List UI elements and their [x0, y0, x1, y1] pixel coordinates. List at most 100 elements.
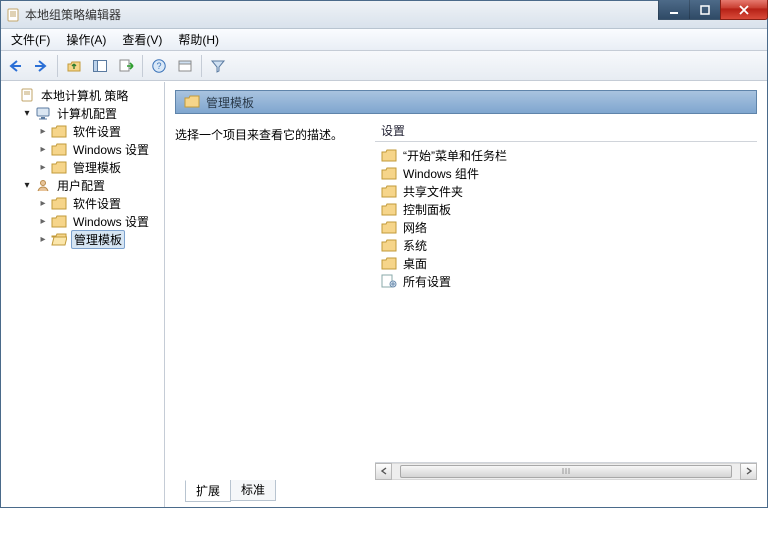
tree-label: 管理模板 [71, 159, 123, 176]
list-item[interactable]: 所有设置 [377, 272, 755, 290]
tree-label: Windows 设置 [71, 141, 151, 158]
tree-label: 软件设置 [71, 123, 123, 140]
column-header-label: 设置 [381, 122, 405, 139]
tab-extended[interactable]: 扩展 [185, 480, 231, 502]
content-heading: 管理模板 [175, 90, 757, 114]
toolbar-separator [201, 55, 202, 77]
tree-label: 管理模板 [71, 230, 125, 249]
column-header[interactable]: 设置 [375, 120, 757, 142]
folder-icon [184, 94, 200, 111]
list-item-label: 控制面板 [403, 201, 451, 218]
folder-icon [51, 141, 67, 157]
twisty-open-icon[interactable]: ▾ [21, 179, 33, 191]
tab-standard[interactable]: 标准 [230, 480, 276, 501]
folder-icon [381, 237, 397, 253]
close-button[interactable] [720, 0, 768, 20]
menu-view[interactable]: 查看(V) [114, 29, 170, 50]
tree-item-selected[interactable]: ▸ 管理模板 [35, 230, 162, 248]
tab-label: 扩展 [196, 484, 220, 498]
content-body: 选择一个项目来查看它的描述。 设置 “开始”菜单和任务栏 [175, 120, 757, 479]
maximize-button[interactable] [689, 0, 721, 20]
list-item[interactable]: 共享文件夹 [377, 182, 755, 200]
back-button[interactable] [3, 54, 27, 78]
folder-icon [51, 213, 67, 229]
twisty-closed-icon[interactable]: ▸ [37, 125, 49, 137]
app-icon [5, 7, 21, 23]
horizontal-scrollbar[interactable] [375, 462, 757, 479]
policy-icon [19, 87, 35, 103]
list-item-label: 系统 [403, 237, 427, 254]
menu-file[interactable]: 文件(F) [3, 29, 58, 50]
tree-panel[interactable]: ▶ 本地计算机 策略 ▾ [1, 82, 165, 507]
tree-item[interactable]: ▸ 软件设置 [35, 194, 162, 212]
twisty-closed-icon[interactable]: ▸ [37, 143, 49, 155]
tree-item[interactable]: ▸ Windows 设置 [35, 140, 162, 158]
menu-help[interactable]: 帮助(H) [170, 29, 227, 50]
window-root: 本地组策略编辑器 文件(F) 操作(A) 查看(V) 帮助(H) [0, 0, 768, 508]
up-button[interactable] [62, 54, 86, 78]
folder-icon [51, 195, 67, 211]
description-pane: 选择一个项目来查看它的描述。 [175, 120, 375, 479]
list-item-label: “开始”菜单和任务栏 [403, 147, 507, 164]
tree-label: 计算机配置 [55, 105, 119, 122]
show-hide-tree-button[interactable] [88, 54, 112, 78]
twisty-closed-icon[interactable]: ▸ [37, 161, 49, 173]
list-item[interactable]: 桌面 [377, 254, 755, 272]
tree-label: Windows 设置 [71, 213, 151, 230]
computer-icon [35, 105, 51, 121]
list-item[interactable]: 控制面板 [377, 200, 755, 218]
scroll-track[interactable] [392, 463, 740, 480]
menu-action[interactable]: 操作(A) [58, 29, 114, 50]
list-item[interactable]: 系统 [377, 236, 755, 254]
menubar: 文件(F) 操作(A) 查看(V) 帮助(H) [1, 29, 767, 51]
window-title: 本地组策略编辑器 [25, 6, 121, 23]
tree-computer-config[interactable]: ▾ 计算机配置 [19, 104, 162, 122]
toolbar-separator [57, 55, 58, 77]
tree-root[interactable]: ▶ 本地计算机 策略 [3, 86, 162, 104]
user-icon [35, 177, 51, 193]
help-button[interactable]: ? [147, 54, 171, 78]
list-item[interactable]: “开始”菜单和任务栏 [377, 146, 755, 164]
list-item-label: 共享文件夹 [403, 183, 463, 200]
scroll-left-button[interactable] [375, 463, 392, 480]
folder-icon [51, 159, 67, 175]
twisty-open-icon[interactable]: ▾ [21, 107, 33, 119]
scroll-thumb[interactable] [400, 465, 732, 478]
client-area: ▶ 本地计算机 策略 ▾ [1, 81, 767, 507]
forward-button[interactable] [29, 54, 53, 78]
tree-item[interactable]: ▸ Windows 设置 [35, 212, 162, 230]
properties-button[interactable] [173, 54, 197, 78]
tree-item[interactable]: ▸ 软件设置 [35, 122, 162, 140]
tree-user-config[interactable]: ▾ 用户配置 [19, 176, 162, 194]
scroll-right-button[interactable] [740, 463, 757, 480]
folder-icon [381, 147, 397, 163]
toolbar-separator [142, 55, 143, 77]
folder-open-icon [51, 231, 67, 247]
titlebar: 本地组策略编辑器 [1, 1, 767, 29]
list-item-label: 桌面 [403, 255, 427, 272]
list-area[interactable]: “开始”菜单和任务栏 Windows 组件 共享文件夹 [375, 142, 757, 462]
filter-button[interactable] [206, 54, 230, 78]
twisty-closed-icon[interactable]: ▸ [37, 215, 49, 227]
list-item-label: 所有设置 [403, 273, 451, 290]
list-pane: 设置 “开始”菜单和任务栏 Windows 组件 [375, 120, 757, 479]
export-button[interactable] [114, 54, 138, 78]
tab-label: 标准 [241, 483, 265, 497]
tree-label: 软件设置 [71, 195, 123, 212]
minimize-button[interactable] [658, 0, 690, 20]
content-panel: 管理模板 选择一个项目来查看它的描述。 设置 “开始”菜单和任务栏 [165, 82, 767, 507]
twisty-closed-icon[interactable]: ▸ [37, 197, 49, 209]
tree-label: 用户配置 [55, 177, 107, 194]
list-item[interactable]: 网络 [377, 218, 755, 236]
folder-icon [381, 201, 397, 217]
heading-text: 管理模板 [206, 94, 254, 111]
folder-icon [381, 219, 397, 235]
folder-icon [381, 183, 397, 199]
list-item-label: Windows 组件 [403, 165, 479, 182]
tree-item[interactable]: ▸ 管理模板 [35, 158, 162, 176]
toolbar: ? [1, 51, 767, 81]
twisty-closed-icon[interactable]: ▸ [37, 233, 49, 245]
list-item[interactable]: Windows 组件 [377, 164, 755, 182]
settings-icon [381, 273, 397, 289]
svg-text:?: ? [156, 61, 161, 71]
